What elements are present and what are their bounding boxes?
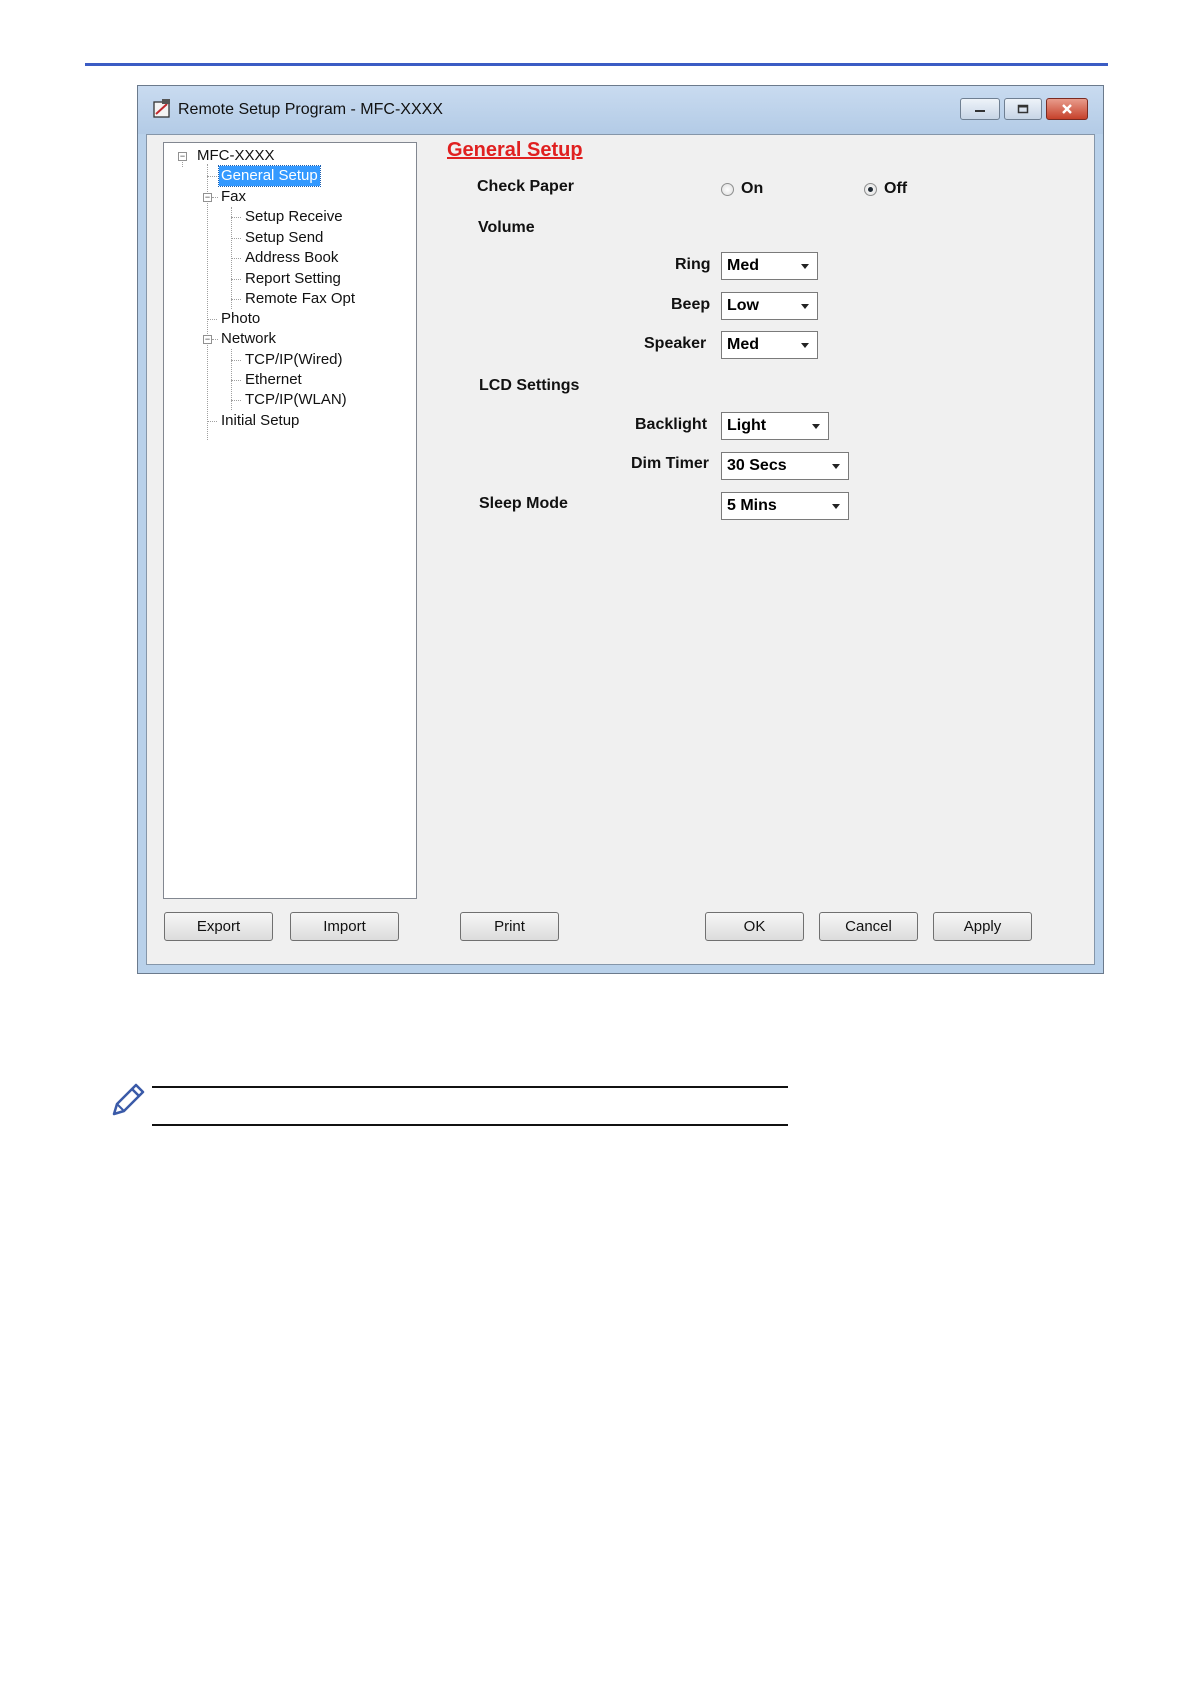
client-area: − − − MFC-XXXX General Setup Fax Setup R… [146,134,1095,965]
ok-button[interactable]: OK [705,912,804,941]
tree-connector [212,197,218,198]
tree-item-network[interactable]: Network [221,329,276,349]
tree-item-tcpip-wlan[interactable]: TCP/IP(WLAN) [245,390,347,410]
minimize-button[interactable] [960,98,1000,120]
check-paper-off-radio[interactable] [864,183,877,196]
speaker-label: Speaker [644,335,707,352]
export-button[interactable]: Export [164,912,273,941]
tree-item-ethernet[interactable]: Ethernet [245,370,302,390]
tree-item-address-book[interactable]: Address Book [245,248,338,268]
collapse-icon[interactable]: − [203,335,212,344]
check-paper-on-radio[interactable] [721,183,734,196]
tree-connector [212,339,218,340]
maximize-button[interactable] [1004,98,1042,120]
backlight-label: Backlight [635,416,708,433]
tree-connector [207,164,208,440]
window-title: Remote Setup Program - MFC-XXXX [178,101,443,118]
dim-timer-label: Dim Timer [631,455,709,472]
remote-setup-app-icon [153,99,170,118]
tree-item-remote-fax-opt[interactable]: Remote Fax Opt [245,289,355,309]
close-icon [1062,104,1072,114]
tree-item-general-setup[interactable]: General Setup [218,165,321,187]
beep-dropdown[interactable]: Low [721,292,818,320]
sleep-mode-label: Sleep Mode [479,495,568,512]
tree-connector [231,238,241,239]
import-button[interactable]: Import [290,912,399,941]
settings-tree[interactable]: − − − MFC-XXXX General Setup Fax Setup R… [163,142,417,899]
tree-connector [231,258,241,259]
cancel-button[interactable]: Cancel [819,912,918,941]
pencil-note-icon [112,1083,145,1116]
maximize-icon [1017,104,1029,114]
remote-setup-window: Remote Setup Program - MFC-XXXX − − − MF… [137,85,1104,974]
tree-item-photo[interactable]: Photo [221,309,260,329]
minimize-icon [975,110,985,112]
lcd-settings-label: LCD Settings [479,377,580,394]
sleep-mode-dropdown[interactable]: 5 Mins [721,492,849,520]
tree-connector [231,380,241,381]
tree-item-fax[interactable]: Fax [221,187,246,207]
tree-item-initial-setup[interactable]: Initial Setup [221,411,299,431]
ring-value: Med [727,257,759,274]
section-title: General Setup [447,139,583,161]
tree-item-tcpip-wired[interactable]: TCP/IP(Wired) [245,350,343,370]
title-bar[interactable]: Remote Setup Program - MFC-XXXX [138,86,1103,134]
volume-label: Volume [478,219,535,236]
speaker-value: Med [727,336,759,353]
tree-connector [231,299,241,300]
sleep-mode-value: 5 Mins [727,497,777,514]
chevron-down-icon [812,424,820,429]
tree-connector [207,319,217,320]
tree-item-report-setting[interactable]: Report Setting [245,269,341,289]
beep-value: Low [727,297,759,314]
apply-button[interactable]: Apply [933,912,1032,941]
note-bottom-rule [152,1124,788,1126]
tree-connector [231,360,241,361]
tree-item-setup-send[interactable]: Setup Send [245,228,323,248]
check-paper-on-label[interactable]: On [741,180,763,198]
tree-item-root[interactable]: MFC-XXXX [197,146,275,166]
dim-timer-value: 30 Secs [727,457,787,474]
speaker-dropdown[interactable]: Med [721,331,818,359]
print-button[interactable]: Print [460,912,559,941]
chevron-down-icon [801,304,809,309]
collapse-icon[interactable]: − [178,152,187,161]
backlight-value: Light [727,417,767,434]
chevron-down-icon [832,464,840,469]
backlight-dropdown[interactable]: Light [721,412,829,440]
tree-connector [207,421,217,422]
tree-connector [207,176,217,177]
tree-item-setup-receive[interactable]: Setup Receive [245,207,343,227]
page-top-rule [85,63,1108,66]
note-top-rule [152,1086,788,1088]
chevron-down-icon [801,264,809,269]
chevron-down-icon [801,343,809,348]
ring-label: Ring [675,256,711,273]
tree-connector [231,400,241,401]
tree-connector [231,217,241,218]
collapse-icon[interactable]: − [203,193,212,202]
dim-timer-dropdown[interactable]: 30 Secs [721,452,849,480]
close-button[interactable] [1046,98,1088,120]
chevron-down-icon [832,504,840,509]
check-paper-label: Check Paper [477,178,574,195]
check-paper-off-label[interactable]: Off [884,180,907,198]
tree-connector [231,279,241,280]
beep-label: Beep [671,296,711,313]
ring-dropdown[interactable]: Med [721,252,818,280]
